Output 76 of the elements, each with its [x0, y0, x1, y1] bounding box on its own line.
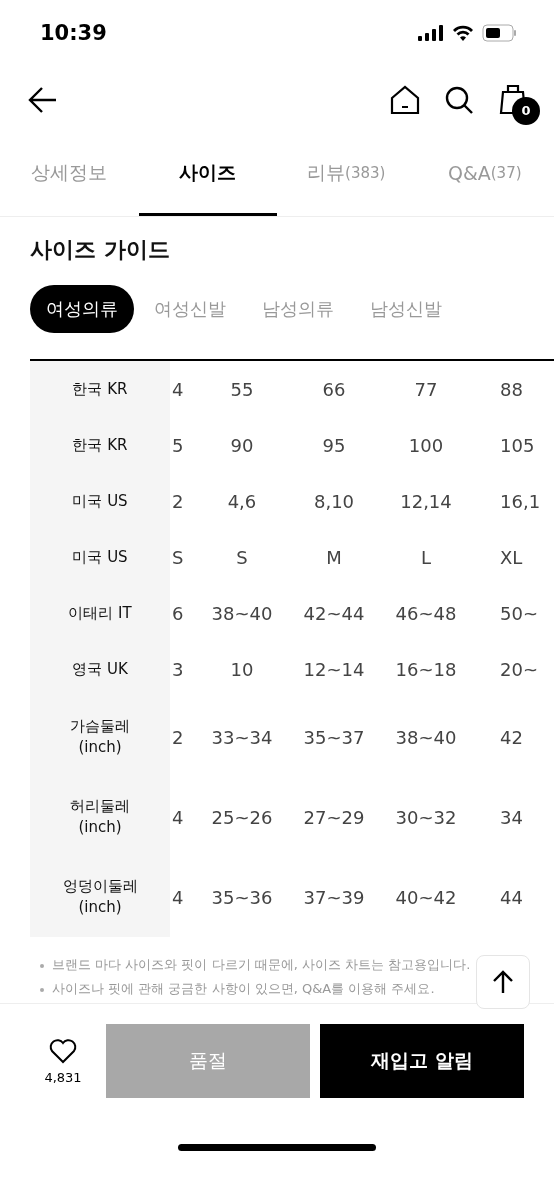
- table-cell-text: 4,6: [226, 490, 258, 512]
- restock-alert-button[interactable]: 재입고 알림: [320, 1024, 524, 1099]
- table-cell-text: 35~37: [302, 726, 366, 748]
- table-cell-text: S: [235, 546, 249, 568]
- wifi-icon: [452, 24, 474, 41]
- table-cell-text: 6: [171, 602, 185, 624]
- row-header: 영국 UK: [30, 641, 170, 698]
- table-cell-text: 44: [499, 886, 524, 908]
- table-cell-text: 30~32: [394, 806, 458, 828]
- table-cell-text: 46~48: [394, 602, 458, 624]
- table-cell-text: 50~: [499, 602, 539, 624]
- tab[interactable]: 사이즈: [138, 133, 277, 217]
- section-title: 사이즈 가이드: [30, 236, 171, 265]
- tab[interactable]: 리뷰(383): [277, 133, 416, 217]
- row-header: 허리둘레 (inch): [30, 777, 170, 858]
- row-header: 미국 US: [30, 473, 170, 530]
- arrow-up-icon: [492, 970, 514, 994]
- table-cell-text: 34: [499, 806, 524, 828]
- table-cell-text: 4: [171, 378, 185, 400]
- table-cell-text: 4: [171, 886, 185, 908]
- table-cell-text: 33~34: [210, 726, 274, 748]
- table-cell-text: 42: [499, 726, 524, 748]
- table-cell-text: 16,1: [499, 490, 542, 512]
- back-arrow-icon[interactable]: [28, 85, 58, 114]
- table-cell-text: 37~39: [302, 886, 366, 908]
- table-cell-text: 105: [499, 434, 536, 456]
- category-chip[interactable]: 남성의류: [246, 285, 350, 334]
- table-cell-text: 100: [407, 434, 445, 456]
- table-cell-text: 77: [413, 378, 439, 400]
- heart-icon[interactable]: [49, 1037, 77, 1064]
- row-header: 이태리 IT: [30, 585, 170, 642]
- table-cell-text: M: [325, 546, 343, 568]
- table-cell-text: 88: [499, 378, 524, 400]
- tab[interactable]: 상세정보: [0, 133, 139, 217]
- table-cell-text: 40~42: [394, 886, 458, 908]
- table-cell-text: 35~36: [210, 886, 274, 908]
- table-cell-text: 8,10: [312, 490, 356, 512]
- table-cell-text: L: [420, 546, 432, 568]
- table-cell-text: 12,14: [399, 490, 453, 512]
- table-cell-text: 10: [229, 658, 255, 680]
- row-header: 미국 US: [30, 529, 170, 586]
- table-cell-text: 42~44: [302, 602, 366, 624]
- table-cell-text: S: [171, 546, 185, 568]
- table-cell-text: 5: [171, 434, 185, 456]
- table-cell-text: XL: [499, 546, 524, 568]
- table-cell-text: 66: [321, 378, 347, 400]
- table-cell-text: 20~: [499, 658, 539, 680]
- home-icon[interactable]: [390, 84, 420, 115]
- category-chip[interactable]: 남성신발: [354, 285, 458, 334]
- tab[interactable]: Q&A(37): [415, 133, 554, 217]
- table-cell-text: 27~29: [302, 806, 366, 828]
- table-cell-text: 12~14: [302, 658, 366, 680]
- signal-icon: [418, 24, 444, 41]
- table-cell-text: 2: [171, 490, 185, 512]
- search-icon[interactable]: [444, 84, 474, 115]
- category-chip[interactable]: 여성의류: [30, 285, 134, 334]
- category-chip[interactable]: 여성신발: [138, 285, 242, 334]
- row-header: 한국 KR: [30, 417, 170, 474]
- table-cell-text: 55: [229, 378, 255, 400]
- table-cell-text: 25~26: [210, 806, 274, 828]
- table-cell-text: 16~18: [394, 658, 458, 680]
- battery-icon: [482, 23, 518, 42]
- table-cell-text: 95: [321, 434, 347, 456]
- like-count: 4,831: [44, 1069, 82, 1085]
- table-cell-text: 38~40: [394, 726, 458, 748]
- table-cell-text: 38~40: [210, 602, 274, 624]
- table-cell-text: 2: [171, 726, 185, 748]
- status-time: 10:39: [40, 20, 107, 45]
- table-cell-text: 90: [229, 434, 255, 456]
- scroll-to-top-button[interactable]: [476, 955, 530, 1009]
- table-cell-text: 3: [171, 658, 185, 680]
- row-header: 가슴둘레 (inch): [30, 697, 170, 778]
- row-header: 한국 KR: [30, 361, 170, 418]
- cart-count-badge: 0: [512, 96, 540, 125]
- row-header: 엉덩이둘레 (inch): [30, 857, 170, 938]
- table-cell-text: 4: [171, 806, 185, 828]
